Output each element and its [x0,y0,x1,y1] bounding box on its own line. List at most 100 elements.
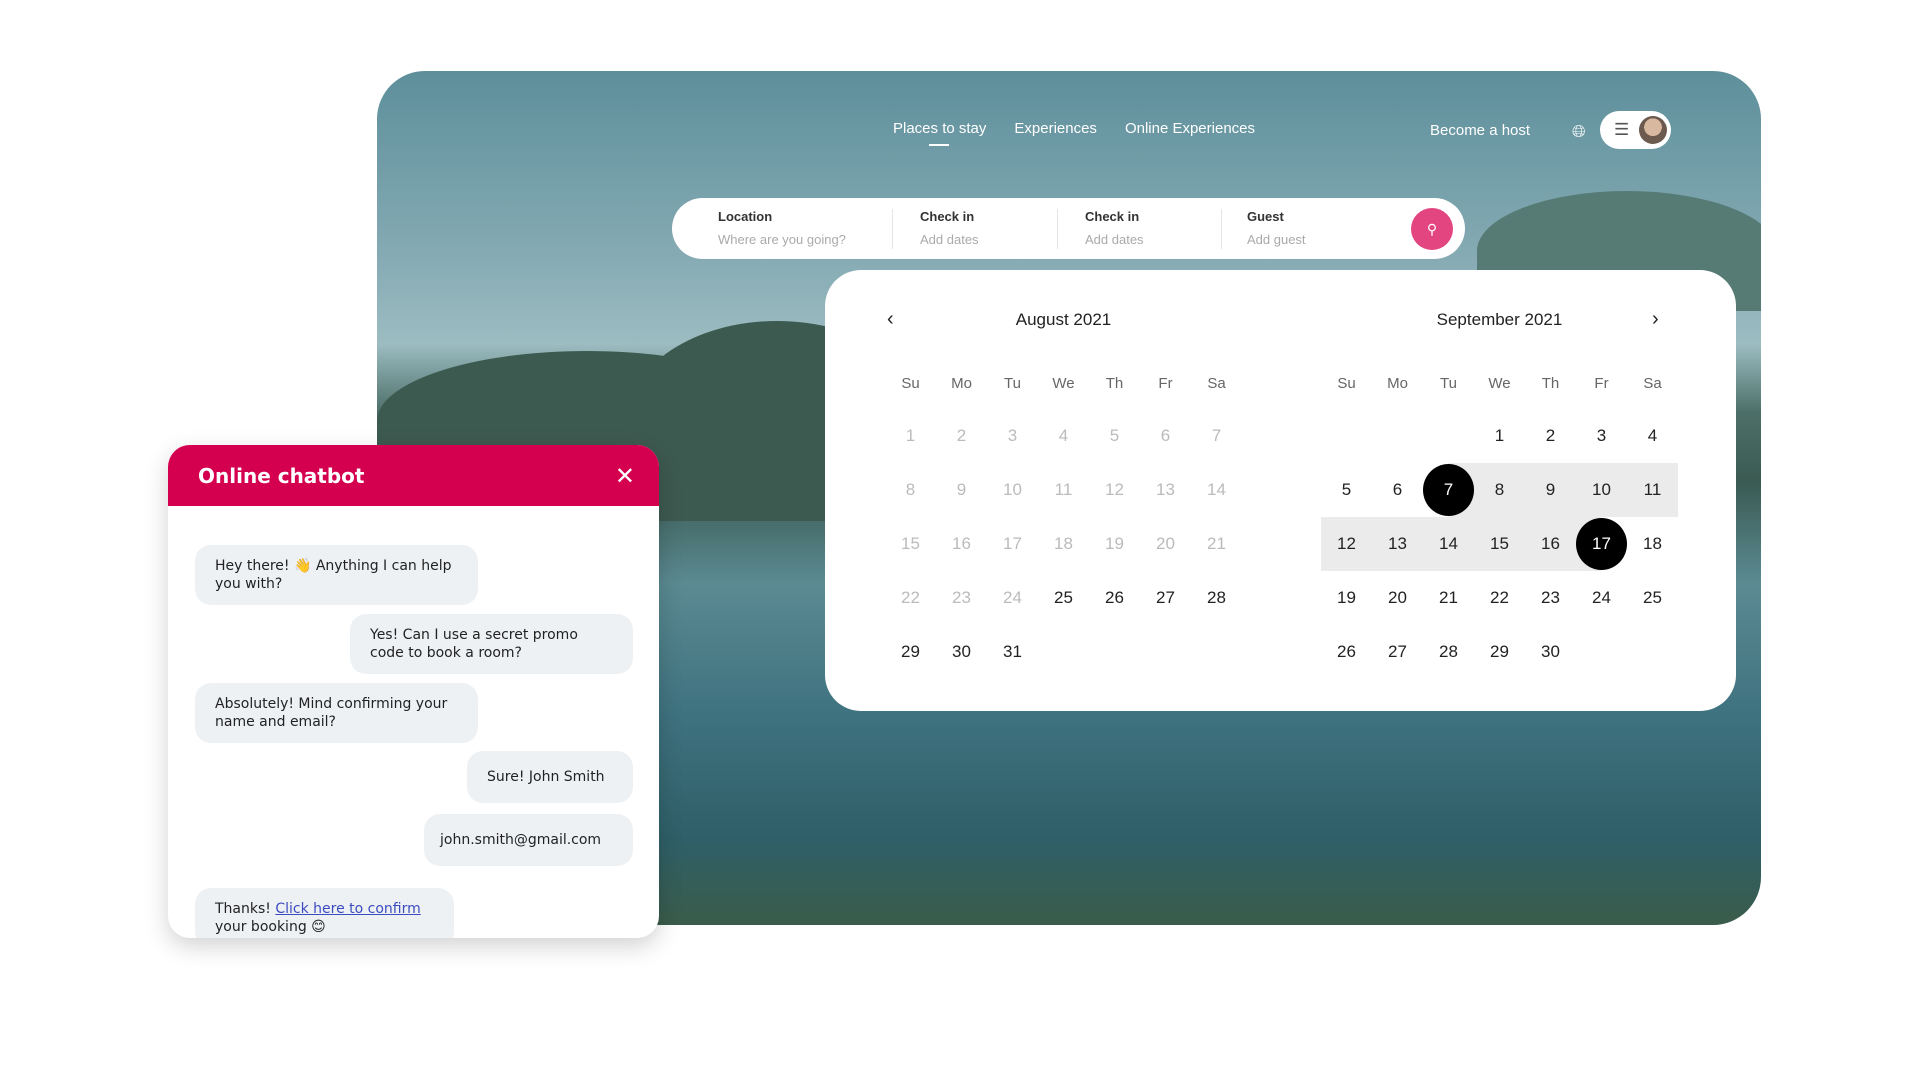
search-bar: Location Where are you going? Check in Add… [672,198,1465,259]
day-25[interactable]: 25 [1627,571,1678,625]
day-8[interactable]: 8 [1474,463,1525,517]
day-25[interactable]: 25 [1038,571,1089,625]
chat-title: Online chatbot [198,463,365,488]
day-number: 14 [1207,480,1226,499]
day-26[interactable]: 26 [1321,625,1372,679]
day-27[interactable]: 27 [1372,625,1423,679]
day-11[interactable]: 11 [1627,463,1678,517]
day-number: 6 [1392,480,1403,499]
day-7: 7 [1191,409,1242,463]
globe-icon[interactable]: 🌐︎ [1572,122,1586,142]
day-number: 16 [952,534,971,553]
nav-experiences[interactable]: Experiences [1014,120,1097,137]
day-19[interactable]: 19 [1321,571,1372,625]
close-icon[interactable]: ✕ [615,462,635,490]
confirm-booking-link[interactable]: Click here to confirm [275,901,420,917]
check-in-field[interactable]: Check in Add dates [893,209,1057,249]
day-number: 18 [1054,534,1073,553]
day-10[interactable]: 10 [1576,463,1627,517]
weekday-label: We [1052,375,1075,392]
day-1[interactable]: 1 [1474,409,1525,463]
day-28[interactable]: 28 [1423,625,1474,679]
day-number: 10 [1592,480,1611,499]
day-23[interactable]: 23 [1525,571,1576,625]
day-number: 22 [901,588,920,607]
day-number: 31 [1003,642,1022,661]
day-5[interactable]: 5 [1321,463,1372,517]
user-message: Yes! Can I use a secret promo code to bo… [350,614,633,674]
day-9: 9 [936,463,987,517]
day-16: 16 [936,517,987,571]
nav-places-to-stay[interactable]: Places to stay [893,120,986,146]
field-label: Guest [1247,208,1284,224]
day-22[interactable]: 22 [1474,571,1525,625]
day-number: 28 [1439,642,1458,661]
day-number: 2 [956,426,967,445]
guest-field[interactable]: Guest Add guest [1222,209,1372,249]
day-4[interactable]: 4 [1627,409,1678,463]
nav-online-experiences[interactable]: Online Experiences [1125,120,1255,137]
day-15: 15 [885,517,936,571]
day-number: 12 [1337,534,1356,553]
day-24[interactable]: 24 [1576,571,1627,625]
day-number: 20 [1156,534,1175,553]
empty-cell [1423,409,1474,463]
weekday-label: Th [1541,375,1560,392]
day-10: 10 [987,463,1038,517]
day-29[interactable]: 29 [885,625,936,679]
day-number: 29 [901,642,920,661]
check-out-field[interactable]: Check in Add dates [1058,209,1221,249]
day-5: 5 [1089,409,1140,463]
day-9[interactable]: 9 [1525,463,1576,517]
month-title: September 2021 [1436,310,1563,329]
day-number: 16 [1541,534,1560,553]
day-number: 24 [1592,588,1611,607]
day-15[interactable]: 15 [1474,517,1525,571]
day-28[interactable]: 28 [1191,571,1242,625]
location-field[interactable]: Location Where are you going? [672,209,892,249]
day-number: 14 [1439,534,1458,553]
day-29[interactable]: 29 [1474,625,1525,679]
day-12[interactable]: 12 [1321,517,1372,571]
day-17: 17 [987,517,1038,571]
day-21[interactable]: 21 [1423,571,1474,625]
day-14[interactable]: 14 [1423,517,1474,571]
day-number: 4 [1647,426,1658,445]
day-18[interactable]: 18 [1627,517,1678,571]
become-host-link[interactable]: Become a host [1430,122,1530,139]
day-number: 19 [1337,588,1356,607]
day-31[interactable]: 31 [987,625,1038,679]
day-3: 3 [987,409,1038,463]
weekday-label: Mo [1387,375,1408,392]
chat-header: Online chatbot ✕ [168,445,659,506]
day-number: 1 [1494,426,1505,445]
field-label: Check in [1085,208,1140,224]
field-placeholder: Where are you going? [718,231,846,247]
day-6[interactable]: 6 [1372,463,1423,517]
day-3[interactable]: 3 [1576,409,1627,463]
day-12: 12 [1089,463,1140,517]
day-8: 8 [885,463,936,517]
user-menu-button[interactable]: ☰ [1600,111,1671,149]
search-icon: ⚲ [1426,220,1438,237]
search-button[interactable]: ⚲ [1411,208,1453,250]
month-grid-august: Su Mo Tu We Th Fr Sa 1 2 3 4 5 6 7 8 9 10 11 12 13 14 15 16 17 1… [885,359,1242,679]
day-number: 13 [1156,480,1175,499]
day-17[interactable]: 17 [1576,517,1627,571]
day-30[interactable]: 30 [1525,625,1576,679]
day-7[interactable]: 7 [1423,463,1474,517]
day-number: 17 [1576,518,1627,570]
day-30[interactable]: 30 [936,625,987,679]
day-number: 23 [952,588,971,607]
day-20[interactable]: 20 [1372,571,1423,625]
day-number: 10 [1003,480,1022,499]
day-number: 11 [1643,480,1662,499]
day-27[interactable]: 27 [1140,571,1191,625]
day-4: 4 [1038,409,1089,463]
day-number: 15 [901,534,920,553]
day-16[interactable]: 16 [1525,517,1576,571]
day-13[interactable]: 13 [1372,517,1423,571]
day-2[interactable]: 2 [1525,409,1576,463]
day-26[interactable]: 26 [1089,571,1140,625]
day-number: 19 [1105,534,1124,553]
